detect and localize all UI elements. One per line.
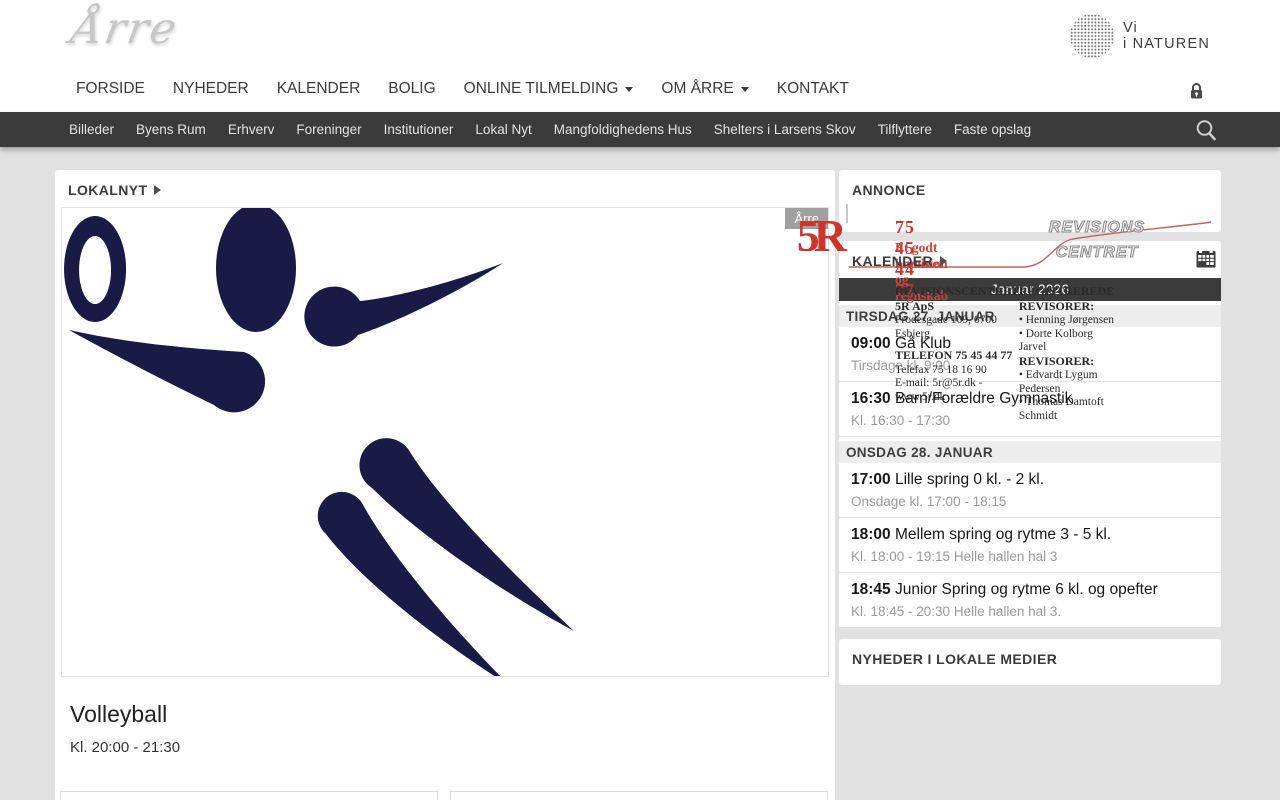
event-detail: Kl. 18:00 - 19:15 Helle hallen hal 3 xyxy=(851,549,1058,564)
subnav-item-lokal-nyt[interactable]: Lokal Nyt xyxy=(464,112,542,147)
subnav-item-billeder[interactable]: Billeder xyxy=(58,112,125,147)
page: Årre Vi i NATUREN FORSIDE NYHEDER KALEND… xyxy=(0,0,1280,800)
dotted-sphere-icon xyxy=(1069,14,1114,58)
article-image: Årre xyxy=(61,207,829,677)
lokalnyt-heading[interactable]: LOKALNYT xyxy=(55,170,835,205)
subnav-item-mangfoldighedens-hus[interactable]: Mangfoldighedens Hus xyxy=(543,112,703,147)
article-title: Volleyball xyxy=(70,701,168,727)
local-news-panel: NYHEDER I LOKALE MEDIER xyxy=(839,639,1221,685)
article-teasers xyxy=(60,791,830,800)
nav-item-nyheder[interactable]: NYHEDER xyxy=(159,74,263,104)
content: LOKALNYT Årre Volleyball Kl. 20:00 - 21:… xyxy=(55,170,1280,800)
nav-item-kontakt[interactable]: KONTAKT xyxy=(763,74,863,104)
event-detail: Kl. 18:45 - 20:30 Helle hallen hal 3. xyxy=(851,604,1062,619)
article-card[interactable] xyxy=(450,791,828,800)
search-icon[interactable] xyxy=(1194,118,1218,142)
subnav-item-tilflyttere[interactable]: Tilflyttere xyxy=(867,112,943,147)
nav-item-bolig[interactable]: BOLIG xyxy=(374,74,449,104)
sidebar: ANNONCE 75 45 44 77 Et godt nummer i rev… xyxy=(797,170,1221,685)
annonce-heading: ANNONCE xyxy=(852,182,926,198)
caret-down-icon xyxy=(625,86,634,92)
lokalnyt-panel: LOKALNYT Årre Volleyball Kl. 20:00 - 21:… xyxy=(55,170,835,800)
arrow-right-icon xyxy=(939,256,947,266)
event-time: 17:00 xyxy=(851,471,891,488)
subnav-item-faste-opslag[interactable]: Faste opslag xyxy=(943,112,1042,147)
local-news-heading: NYHEDER I LOKALE MEDIER xyxy=(852,651,1058,667)
annonce-panel: ANNONCE 75 45 44 77 Et godt nummer i rev… xyxy=(797,170,1221,422)
calendar-event[interactable]: 17:00 Lille spring 0 kl. - 2 kl. Onsdage… xyxy=(839,463,1221,518)
nav-item-kalender[interactable]: KALENDER xyxy=(263,74,375,104)
article-time: Kl. 20:00 - 21:30 xyxy=(70,739,181,756)
vi-i-naturen-logo: Vi i NATUREN xyxy=(1069,14,1210,58)
subnav-item-byens-rum[interactable]: Byens Rum xyxy=(125,112,217,147)
kalender-heading[interactable]: KALENDER xyxy=(839,241,1221,276)
arrow-right-icon xyxy=(154,185,162,195)
nav-item-forside[interactable]: FORSIDE xyxy=(62,74,159,104)
subnav-item-erhverv[interactable]: Erhverv xyxy=(217,112,286,147)
subnav-item-shelters[interactable]: Shelters i Larsens Skov xyxy=(703,112,867,147)
main-nav: FORSIDE NYHEDER KALENDER BOLIG ONLINE TI… xyxy=(62,74,863,104)
nav-item-online-tilmelding[interactable]: ONLINE TILMELDING xyxy=(450,74,648,104)
event-time: 16:30 xyxy=(851,390,891,407)
calendar-day-header: ONSDAG 28. JANUAR xyxy=(839,441,1221,463)
subnav-item-institutioner[interactable]: Institutioner xyxy=(373,112,465,147)
event-title: Mellem spring og rytme 3 - 5 kl. xyxy=(894,526,1112,543)
site-header: Årre Vi i NATUREN FORSIDE NYHEDER KALEND… xyxy=(0,0,1280,112)
ad-curve-line xyxy=(849,221,1212,268)
calendar-event[interactable]: 18:45 Junior Spring og rytme 6 kl. og op… xyxy=(839,573,1221,628)
subnav-item-foreninger[interactable]: Foreninger xyxy=(285,112,372,147)
event-title: Lille spring 0 kl. - 2 kl. xyxy=(894,471,1044,488)
secondary-nav: Billeder Byens Rum Erhverv Foreninger In… xyxy=(0,112,1280,147)
volleyball-pictogram xyxy=(64,208,574,676)
event-time: 18:00 xyxy=(851,526,891,543)
nav-item-om-aarre[interactable]: OM ÅRRE xyxy=(647,74,762,104)
calendar-event[interactable]: 18:00 Mellem spring og rytme 3 - 5 kl. K… xyxy=(839,518,1221,573)
caret-down-icon xyxy=(740,86,749,92)
event-detail: Onsdage kl. 17:00 - 18:15 xyxy=(851,494,1007,509)
event-time: 18:45 xyxy=(851,581,891,598)
vi-i-naturen-label: Vi i NATUREN xyxy=(1122,20,1210,52)
revisionscentret-ad[interactable]: 75 45 44 77 Et godt nummer i revision og… xyxy=(797,204,1212,422)
lock-icon[interactable] xyxy=(1186,81,1206,101)
article-card[interactable] xyxy=(60,791,438,800)
event-title: Junior Spring og rytme 6 kl. og opefter xyxy=(894,581,1158,598)
calendar-icon[interactable] xyxy=(1196,249,1216,271)
site-logo[interactable]: Årre xyxy=(68,4,182,54)
